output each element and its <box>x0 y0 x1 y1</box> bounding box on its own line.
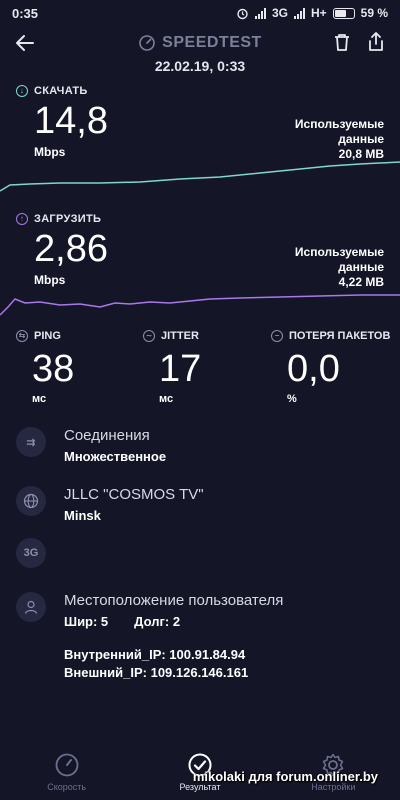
download-value: 14,8 <box>34 100 108 142</box>
connections-row: ⇉ Соединения Множественное <box>16 427 386 464</box>
ping-label: PING <box>34 330 61 342</box>
ping-value: 38 <box>32 348 75 390</box>
download-graph <box>0 161 400 192</box>
ping-metric: ⇆ PING 38 мс <box>16 330 74 405</box>
user-icon <box>16 592 46 622</box>
upload-value: 2,86 <box>34 228 108 270</box>
alarm-icon <box>237 8 248 19</box>
location-coords: Шир: 5 Долг: 2 <box>64 614 283 629</box>
nav-speed-label: Скорость <box>47 782 87 792</box>
download-data-label-1: Используемые <box>294 117 384 131</box>
jitter-value: 17 <box>159 348 202 390</box>
provider-row: JLLC "COSMOS TV" Minsk <box>16 486 386 523</box>
provider-name: JLLC "COSMOS TV" <box>64 486 204 503</box>
network-type-text: 3G <box>271 6 288 20</box>
jitter-label: JITTER <box>161 330 199 342</box>
trash-icon[interactable] <box>330 30 354 54</box>
jitter-metric: ∼ JITTER 17 мс <box>143 330 201 405</box>
connections-value: Множественное <box>64 449 167 464</box>
longitude-label: Долг: 2 <box>134 614 181 629</box>
upload-label: ЗАГРУЗИТЬ <box>34 213 102 225</box>
speedometer-nav-icon <box>55 753 79 777</box>
back-arrow-icon[interactable] <box>12 30 38 56</box>
provider-city: Minsk <box>64 508 101 523</box>
location-title: Местоположение пользователя <box>64 592 284 609</box>
packet-loss-icon: − <box>271 330 283 342</box>
app-bar: SPEEDTEST <box>0 28 400 58</box>
speedometer-icon <box>139 35 155 51</box>
upload-arrow-icon: ↑ <box>16 213 28 225</box>
upload-data-used: Используемые данные 4,22 MB <box>295 245 384 290</box>
status-icons: 3G H+ 59 % <box>236 6 388 20</box>
status-time: 0:35 <box>12 5 39 21</box>
nav-speed[interactable]: Скорость <box>0 744 133 800</box>
upload-graph <box>0 294 400 316</box>
jitter-icon: ∼ <box>143 330 155 342</box>
location-row: Местоположение пользователя Шир: 5 Долг:… <box>16 592 386 629</box>
globe-icon <box>16 486 46 516</box>
ping-icon: ⇆ <box>16 330 28 342</box>
packet-loss-value: 0,0 <box>287 348 340 390</box>
external-ip: Внешний_IP: 109.126.146.161 <box>64 665 249 680</box>
download-arrow-icon: ↓ <box>16 85 28 97</box>
network-type-row: 3G <box>16 538 386 568</box>
packet-loss-metric: − ПОТЕРЯ ПАКЕТОВ 0,0 % <box>271 330 390 405</box>
latitude-label: Шир: 5 <box>64 614 109 629</box>
download-data-label-2: данные <box>338 132 384 146</box>
share-icon[interactable] <box>364 30 388 54</box>
battery-percent: 59 % <box>360 6 388 20</box>
connections-icon: ⇉ <box>16 427 46 457</box>
upload-data-label-2: данные <box>338 260 384 274</box>
connections-title: Соединения <box>64 427 150 444</box>
network-type-text-2: H+ <box>310 6 327 20</box>
battery-icon <box>332 7 355 19</box>
signal-icon <box>254 7 266 19</box>
status-bar: 0:35 3G H+ 59 % <box>0 0 400 26</box>
test-datetime: 22.02.19, 0:33 <box>154 58 246 74</box>
download-header: ↓ СКАЧАТЬ <box>16 85 88 97</box>
app-title: SPEEDTEST <box>138 34 262 52</box>
signal-icon-2 <box>293 7 305 19</box>
download-label: СКАЧАТЬ <box>34 85 88 97</box>
watermark-text: mikolaki для forum.onliner.by <box>192 769 378 784</box>
packet-loss-label: ПОТЕРЯ ПАКЕТОВ <box>289 330 391 342</box>
packet-loss-unit: % <box>287 393 297 405</box>
upload-data-label-1: Используемые <box>294 245 384 259</box>
upload-header: ↑ ЗАГРУЗИТЬ <box>16 213 101 225</box>
ping-unit: мс <box>32 393 47 405</box>
network-3g-icon: 3G <box>16 538 46 568</box>
app-title-text: SPEEDTEST <box>162 34 262 51</box>
jitter-unit: мс <box>159 393 174 405</box>
internal-ip: Внутренний_IP: 100.91.84.94 <box>64 647 246 662</box>
